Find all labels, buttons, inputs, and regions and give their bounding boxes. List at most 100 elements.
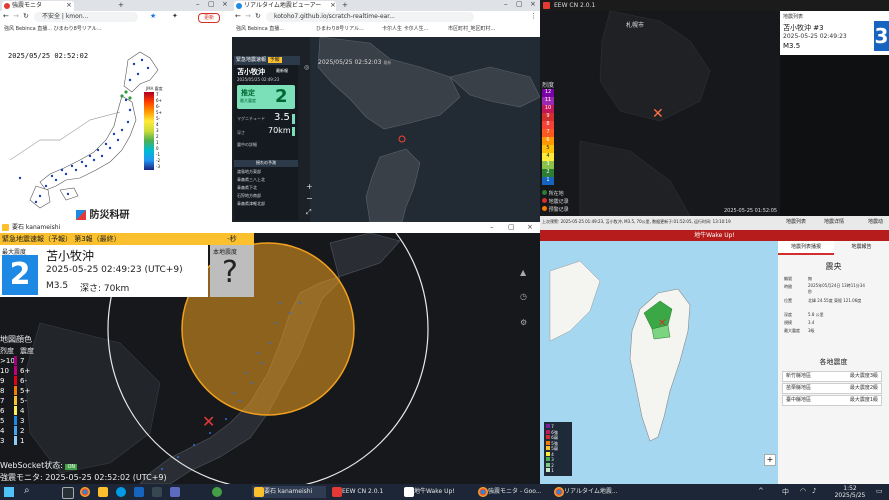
eewcn-titlebar: EEW CN 2.0.1 xyxy=(540,0,889,11)
minimize-icon[interactable]: – xyxy=(196,0,200,8)
back-icon[interactable]: ← xyxy=(3,12,9,20)
legend-row: 9 xyxy=(542,113,554,121)
nied-scale xyxy=(144,92,154,170)
forward-icon[interactable]: → xyxy=(245,12,251,20)
menu-icon[interactable]: ⋮ xyxy=(530,12,537,20)
quake-list-button[interactable]: 地震列表 xyxy=(786,218,806,225)
minimize-icon[interactable]: – xyxy=(490,222,494,233)
monitor-footer: 強震モニタ: 2025-05-25 02:52:02 (UTC+9) xyxy=(0,473,167,482)
app-icon[interactable] xyxy=(212,487,222,497)
detail-row: 時間 2025年05月24日 13時11分34秒 xyxy=(784,283,865,294)
realtime-tab[interactable]: リアルタイム地震ビューアー xyxy=(234,1,336,11)
reload-icon[interactable]: ↻ xyxy=(23,12,29,20)
tray-chevron-icon[interactable]: ^ xyxy=(758,487,764,495)
map-tool-icon[interactable]: ◎ xyxy=(304,64,309,71)
tab-quake-report[interactable]: 地震報告 xyxy=(834,241,889,253)
reload-icon[interactable]: ↻ xyxy=(255,12,261,20)
realtime-bookmark-1[interactable]: 強风 Bebinca 直播... xyxy=(236,24,284,34)
new-tab-icon[interactable]: + xyxy=(342,1,348,9)
edge-icon[interactable] xyxy=(116,487,126,497)
realtime-titlebar: リアルタイム地震ビューアー × + – ▢ × xyxy=(232,0,540,11)
eew-panel-header: 緊急地震速報 予報 xyxy=(234,56,300,65)
update-button[interactable]: 更新 xyxy=(198,13,220,23)
taskbar-item-wakeup[interactable]: 地牛Wake Up! xyxy=(402,486,470,498)
nied-bookmarks[interactable]: 強风 Bebinca 直播... ひまわり8号リアル... xyxy=(4,24,102,34)
map-legend-head-b: 震度 xyxy=(20,347,34,355)
start-button[interactable] xyxy=(4,487,14,497)
legend-row: 2 xyxy=(542,169,554,177)
maximize-icon[interactable]: ▢ xyxy=(508,222,515,233)
explorer-icon[interactable] xyxy=(98,487,108,497)
dev-icon[interactable] xyxy=(170,487,180,497)
taskbar-item-eewcn[interactable]: EEW CN 2.0.1 xyxy=(330,486,396,498)
back-icon[interactable]: ← xyxy=(235,12,241,20)
detail-row: 深度 5.8 公里 xyxy=(784,312,824,317)
close-icon[interactable]: × xyxy=(530,0,536,8)
wifi-icon[interactable]: ◠ xyxy=(800,487,806,495)
terminal-icon[interactable] xyxy=(152,487,162,497)
tab-close-icon[interactable]: × xyxy=(66,1,72,9)
forward-icon[interactable]: → xyxy=(13,12,19,20)
notification-icon[interactable]: ▭ xyxy=(876,487,883,495)
fullscreen-icon[interactable]: ⤢ xyxy=(306,208,312,217)
map-zoom-in-button[interactable]: + xyxy=(306,182,313,191)
store-icon[interactable] xyxy=(134,487,144,497)
quake-motion-button[interactable]: 地震动 xyxy=(868,218,883,225)
minimize-icon[interactable]: – xyxy=(504,0,508,8)
area-item-hsinchu[interactable]: 新竹縣地區 最大震度3級 xyxy=(782,371,882,382)
star-icon[interactable]: ★ xyxy=(150,12,156,20)
volume-icon[interactable]: ♪ xyxy=(812,487,816,495)
list-item: 青森県津軽北部 xyxy=(237,201,265,206)
list-item: 青森県下北 xyxy=(237,185,257,190)
close-icon[interactable]: × xyxy=(222,0,228,8)
extensions-icon[interactable]: ✦ xyxy=(172,12,178,20)
nied-tab[interactable]: 強震モニタ xyxy=(2,1,74,11)
eew-main-card: 最大震度 2 苫小牧沖 2025-05-25 02:49:23 (UTC+9) … xyxy=(0,245,208,297)
legend-row: 4 xyxy=(542,153,554,161)
taskbar-clock[interactable]: 1:52 2025/5/25 xyxy=(830,485,870,499)
eew-header: 緊急地震速報（予報） 第3報（最終） xyxy=(0,233,210,245)
wakeup-zoom-in-button[interactable]: + xyxy=(764,454,776,466)
record-icon xyxy=(542,198,547,203)
maximize-icon[interactable]: ▢ xyxy=(516,0,523,8)
close-icon[interactable]: × xyxy=(527,222,533,233)
new-tab-icon[interactable]: + xyxy=(118,1,124,9)
area-item-taichung[interactable]: 臺中縣地區 最大震度1級 xyxy=(782,395,882,406)
realtime-bookmark-2[interactable]: ひまわり8号リアル... xyxy=(316,24,364,34)
eew-region: 苫小牧沖 xyxy=(46,249,95,263)
eew-list-title: 震中の詳細 xyxy=(237,142,257,147)
search-icon[interactable]: ⌕ xyxy=(24,485,30,496)
eewcn-key: 所在地 地震记录 预警记录 xyxy=(542,190,569,214)
settings-icon[interactable]: ⚙ xyxy=(520,318,527,327)
map-zoom-out-button[interactable]: − xyxy=(306,194,313,203)
eew-max-intensity: 2 xyxy=(2,255,38,295)
eew-origin-time: 2025/05/25 02:49:23 xyxy=(237,77,280,82)
legend-row: 42 xyxy=(0,426,25,435)
realtime-bookmark-4[interactable]: 市区町村_地区町村... xyxy=(448,24,495,34)
nied-logo-icon xyxy=(76,210,86,220)
maximize-icon[interactable]: ▢ xyxy=(208,0,215,8)
warning-icon[interactable]: ▲ xyxy=(520,268,526,277)
chrome-icon[interactable] xyxy=(80,487,90,497)
legend-row: 1 xyxy=(546,468,570,474)
quake-detail-button[interactable]: 地震详情 xyxy=(824,218,844,225)
chrome-icon xyxy=(478,487,488,497)
realtime-address-bar[interactable]: kotoho7.github.io/scratch-realtime-ear..… xyxy=(266,12,474,22)
task-view-icon[interactable] xyxy=(62,487,74,499)
nied-address-bar[interactable]: 不安全 | kmon... xyxy=(34,12,138,22)
taskbar-item-monitor[interactable]: 強震モニタ - Goo... xyxy=(476,486,546,498)
tab-quake-list[interactable]: 地震列表播报 xyxy=(778,241,834,255)
epicenter-marker-icon: ✕ xyxy=(202,412,216,431)
taskbar-item-realtime[interactable]: リアルタイム地震... xyxy=(552,486,618,498)
eewcn-info-card[interactable]: 地震列表 苫小牧沖 #3 2025-05-25 02:49:23 M3.5 3 xyxy=(780,11,889,55)
list-item: 青森県三八上北 xyxy=(237,177,265,182)
area-item-miaoli[interactable]: 苗栗縣地區 最大震度2級 xyxy=(782,383,882,394)
eew-magnitude-label: マグニチュード xyxy=(237,116,265,121)
legend-row: 53 xyxy=(0,416,25,425)
kanameishi-icon xyxy=(254,487,264,497)
clock-icon[interactable]: ◷ xyxy=(520,292,527,301)
tab-close-icon[interactable]: × xyxy=(330,1,336,9)
taskbar-item-kanameishi[interactable]: 要石 kanameishi xyxy=(252,486,326,498)
tray-lang[interactable]: 中 xyxy=(782,487,789,497)
realtime-bookmark-3[interactable]: 卡尔人生 卡尔人生... xyxy=(382,24,428,34)
